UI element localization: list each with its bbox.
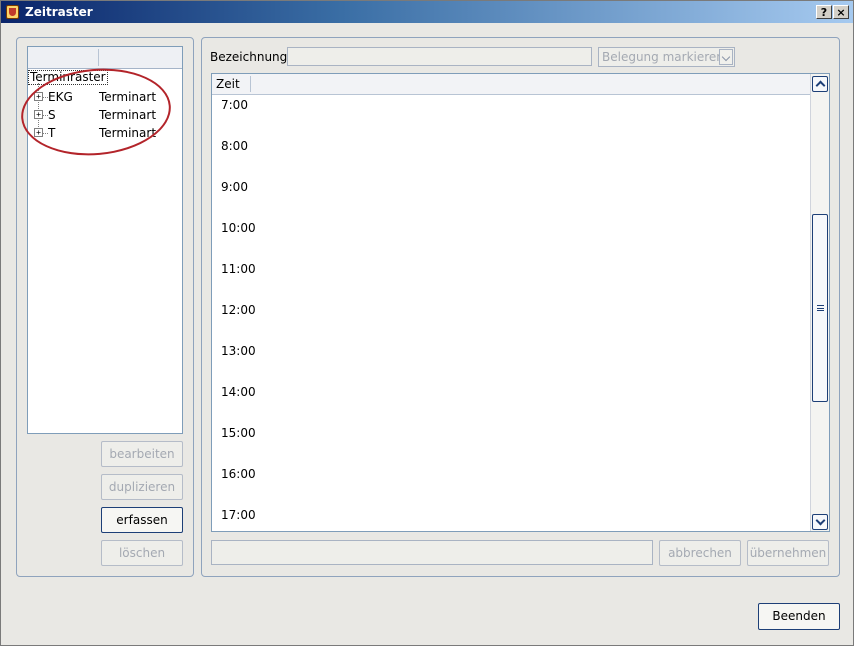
window-title: Zeitraster bbox=[25, 5, 93, 19]
mark-select[interactable]: Belegung markieren bbox=[598, 47, 735, 67]
time-grid[interactable]: Zeit 7:00 8:00 9:00 10:00 11:00 12:00 13… bbox=[211, 73, 830, 532]
tree-header bbox=[28, 47, 182, 69]
name-label: Bezeichnung bbox=[210, 50, 288, 64]
hour-label: 16:00 bbox=[221, 467, 256, 481]
time-header: Zeit bbox=[212, 74, 810, 95]
scroll-thumb[interactable] bbox=[812, 214, 828, 402]
app-icon bbox=[6, 5, 19, 19]
grip-icon bbox=[817, 305, 824, 311]
hour-label: 8:00 bbox=[221, 139, 248, 153]
delete-button[interactable]: löschen bbox=[101, 540, 183, 566]
zeitraster-window: Zeitraster ? × Terminraster + EKG Termin… bbox=[0, 0, 854, 646]
time-column-header: Zeit bbox=[216, 77, 240, 91]
close-button[interactable]: × bbox=[833, 5, 849, 19]
edit-button[interactable]: bearbeiten bbox=[101, 441, 183, 467]
chevron-down-icon[interactable] bbox=[719, 49, 733, 65]
exit-button[interactable]: Beenden bbox=[758, 603, 840, 630]
hour-label: 11:00 bbox=[221, 262, 256, 276]
hour-label: 9:00 bbox=[221, 180, 248, 194]
cancel-button[interactable]: abbrechen bbox=[659, 540, 741, 566]
help-button[interactable]: ? bbox=[816, 5, 832, 19]
apply-button[interactable]: übernehmen bbox=[747, 540, 829, 566]
scroll-down-icon[interactable] bbox=[812, 514, 828, 530]
bottom-input[interactable] bbox=[211, 540, 653, 565]
hour-label: 17:00 bbox=[221, 508, 256, 522]
hour-label: 14:00 bbox=[221, 385, 256, 399]
hour-label: 7:00 bbox=[221, 98, 248, 112]
title-bar[interactable]: Zeitraster ? × bbox=[1, 1, 853, 23]
vertical-scrollbar[interactable] bbox=[810, 74, 829, 531]
duplicate-button[interactable]: duplizieren bbox=[101, 474, 183, 500]
scroll-up-icon[interactable] bbox=[812, 76, 828, 92]
hour-label: 15:00 bbox=[221, 426, 256, 440]
name-input[interactable] bbox=[287, 47, 592, 66]
hour-label: 10:00 bbox=[221, 221, 256, 235]
hour-label: 13:00 bbox=[221, 344, 256, 358]
hour-label: 12:00 bbox=[221, 303, 256, 317]
mark-select-value: Belegung markieren bbox=[602, 50, 724, 64]
create-button[interactable]: erfassen bbox=[101, 507, 183, 533]
